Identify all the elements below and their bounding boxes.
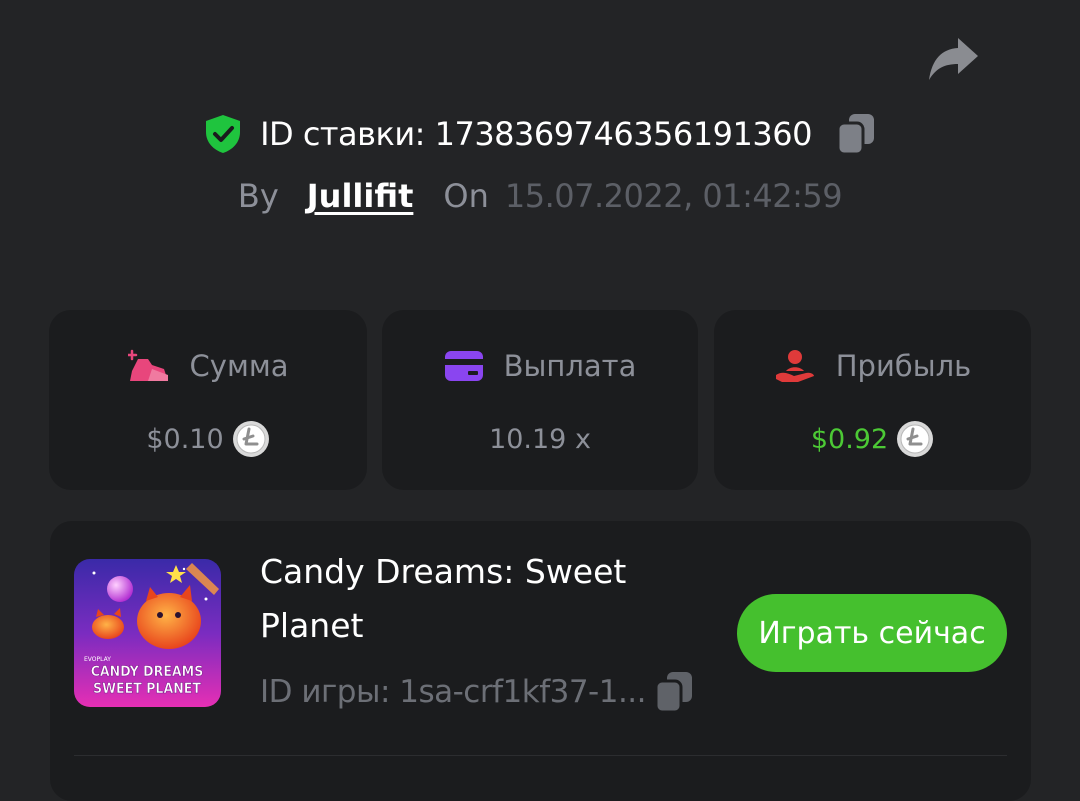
play-now-button[interactable]: Играть сейчас — [737, 594, 1007, 672]
thumb-brand: EVOPLAY — [84, 656, 111, 663]
stat-value: $0.10 — [146, 423, 224, 455]
copy-bet-id-button[interactable] — [836, 112, 876, 156]
credit-card-icon — [444, 351, 483, 381]
author-row: By Jullifit On 15.07.2022, 01:42:59 — [0, 170, 1080, 222]
bet-id-text: ID ставки: 1738369746356191360 — [260, 115, 812, 153]
copy-game-id-button[interactable] — [654, 670, 694, 714]
bet-id-row: ID ставки: 1738369746356191360 — [0, 106, 1080, 162]
game-card: EVOPLAY CANDY DREAMS SWEET PLANET Candy … — [50, 521, 1031, 801]
thumb-title-line2: SWEET PLANET — [93, 681, 201, 697]
by-label: By — [237, 177, 279, 215]
stat-card-amount: Сумма $0.10 — [49, 310, 367, 490]
copy-icon — [836, 114, 874, 156]
litecoin-icon — [232, 421, 269, 457]
stat-card-payout: Выплата 10.19 x — [382, 310, 698, 490]
username-link[interactable]: Jullifit — [307, 177, 414, 215]
copy-icon — [654, 672, 693, 714]
stat-label: Прибыль — [835, 349, 972, 383]
stat-label: Выплата — [503, 349, 637, 383]
money-bag-icon — [127, 349, 168, 381]
game-id-text: ID игры: 1sa-crf1kf37-1... — [260, 674, 647, 710]
stat-label: Сумма — [189, 349, 289, 383]
verified-shield-icon — [206, 115, 241, 153]
game-thumbnail-art: EVOPLAY CANDY DREAMS SWEET PLANET — [74, 559, 221, 707]
share-icon — [929, 38, 978, 80]
divider — [74, 755, 1007, 756]
on-label: On — [443, 177, 489, 215]
thumb-title-line1: CANDY DREAMS — [91, 664, 204, 680]
litecoin-icon — [897, 421, 934, 457]
stat-value: $0.92 — [810, 423, 889, 455]
hand-profit-icon — [775, 350, 814, 382]
stat-value: 10.19 x — [489, 423, 591, 455]
game-id-row: ID игры: 1sa-crf1kf37-1... — [260, 669, 694, 715]
share-button[interactable] — [926, 34, 982, 86]
stat-card-profit: Прибыль $0.92 — [714, 310, 1031, 490]
game-thumbnail[interactable]: EVOPLAY CANDY DREAMS SWEET PLANET — [74, 559, 221, 707]
bet-date: 15.07.2022, 01:42:59 — [504, 177, 843, 215]
game-title[interactable]: Candy Dreams: Sweet Planet — [260, 545, 700, 653]
